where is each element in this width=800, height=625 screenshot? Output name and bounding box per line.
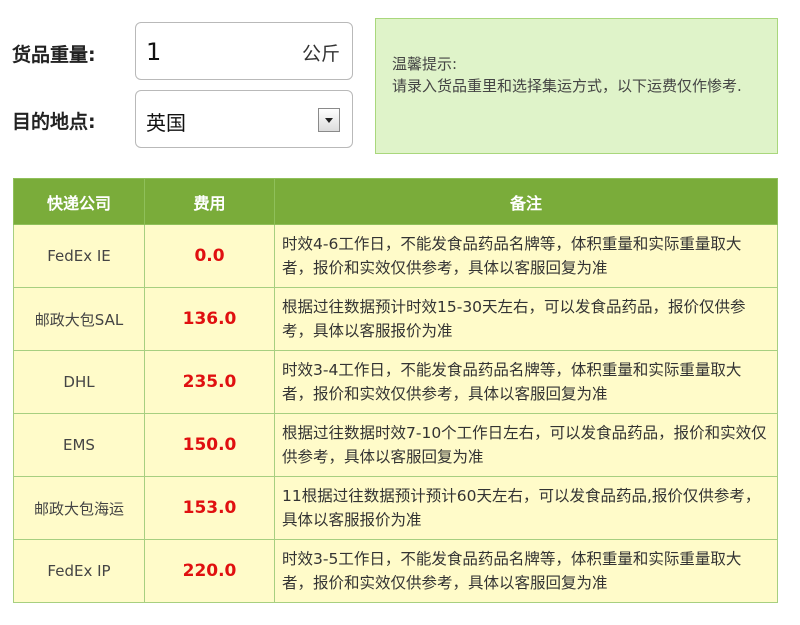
table-row: 邮政大包SAL 136.0 根据过往数据预计时效15-30天左右，可以发食品药品… [13, 287, 778, 351]
company-cell: FedEx IP [13, 539, 145, 603]
destination-value: 英国 [146, 111, 186, 135]
weight-field[interactable]: 公斤 [135, 22, 353, 80]
tip-text: 请录入货品重里和选择集运方式，以下运费仅作惨考. [392, 77, 742, 95]
company-cell: FedEx IE [13, 224, 145, 288]
note-cell: 时效3-4工作日，不能发食品药品名牌等，体积重量和实际重量取大者，报价和实效仅供… [274, 350, 778, 414]
header-fee: 费用 [144, 178, 275, 225]
note-cell: 时效3-5工作日，不能发食品药品名牌等，体积重量和实际重量取大者，报价和实效仅供… [274, 539, 778, 603]
company-cell: EMS [13, 413, 145, 477]
note-cell: 11根据过往数据预计预计60天左右，可以发食品药品,报价仅供参考，具体以客服报价… [274, 476, 778, 540]
chevron-down-icon[interactable] [318, 108, 340, 132]
note-cell: 根据过往数据时效7-10个工作日左右，可以发食品药品，报价和实效仅供参考，具体以… [274, 413, 778, 477]
weight-label: 货品重量: [12, 44, 96, 66]
destination-select[interactable]: 英国 [135, 90, 353, 148]
table-header-row: 快递公司 费用 备注 [13, 178, 778, 225]
weight-unit: 公斤 [301, 43, 340, 65]
tip-box: 温馨提示: 请录入货品重里和选择集运方式，以下运费仅作惨考. [375, 18, 778, 154]
table-row: EMS 150.0 根据过往数据时效7-10个工作日左右，可以发食品药品，报价和… [13, 413, 778, 477]
note-cell: 时效4-6工作日，不能发食品药品名牌等，体积重量和实际重量取大者，报价和实效仅供… [274, 224, 778, 288]
table-row: DHL 235.0 时效3-4工作日，不能发食品药品名牌等，体积重量和实际重量取… [13, 350, 778, 414]
fee-cell: 136.0 [144, 287, 275, 351]
shipping-rates-table: 快递公司 费用 备注 FedEx IE 0.0 时效4-6工作日，不能发食品药品… [13, 178, 778, 603]
fee-cell: 220.0 [144, 539, 275, 603]
weight-input[interactable] [144, 33, 288, 71]
fee-cell: 153.0 [144, 476, 275, 540]
company-cell: 邮政大包海运 [13, 476, 145, 540]
table-row: 邮政大包海运 153.0 11根据过往数据预计预计60天左右，可以发食品药品,报… [13, 476, 778, 540]
destination-label: 目的地点: [12, 111, 96, 133]
table-row: FedEx IP 220.0 时效3-5工作日，不能发食品药品名牌等，体积重量和… [13, 539, 778, 603]
fee-cell: 150.0 [144, 413, 275, 477]
header-note: 备注 [274, 178, 778, 225]
company-cell: DHL [13, 350, 145, 414]
header-company: 快递公司 [13, 178, 145, 225]
tip-title: 温馨提示: [392, 55, 458, 73]
fee-cell: 235.0 [144, 350, 275, 414]
fee-cell: 0.0 [144, 224, 275, 288]
company-cell: 邮政大包SAL [13, 287, 145, 351]
note-cell: 根据过往数据预计时效15-30天左右，可以发食品药品，报价仅供参考，具体以客服报… [274, 287, 778, 351]
table-row: FedEx IE 0.0 时效4-6工作日，不能发食品药品名牌等，体积重量和实际… [13, 224, 778, 288]
